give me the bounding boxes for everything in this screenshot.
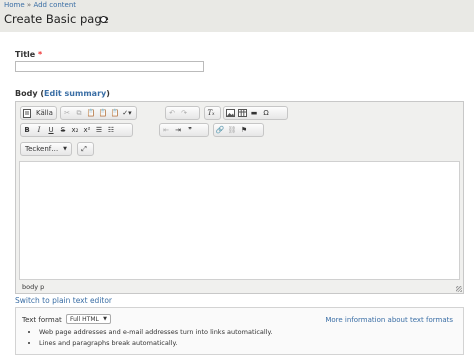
source-button[interactable]: Källa (20, 106, 57, 120)
paste-word-icon[interactable]: 📋 (109, 107, 121, 119)
more-info-link[interactable]: More information about text formats (325, 316, 453, 324)
edit-summary-link[interactable]: Edit summary (44, 89, 106, 98)
indent-icon[interactable]: ⇥ (172, 124, 184, 136)
remove-format-group: Tx (204, 106, 221, 120)
bold-button[interactable]: B (21, 124, 33, 136)
page-header: Home » Add content Create Basic page (0, 0, 474, 32)
outdent-icon[interactable]: ⇤ (160, 124, 172, 136)
text-format-select[interactable]: Full HTML ▼ (66, 314, 111, 324)
anchor-flag-icon[interactable]: ⚑ (238, 124, 250, 136)
underline-button[interactable]: U (45, 124, 57, 136)
indent-group: ⇤ ⇥ ❞ (159, 123, 209, 137)
breadcrumb-home[interactable]: Home (4, 1, 25, 9)
text-format-label: Text format (22, 316, 62, 324)
subscript-button[interactable]: x₂ (69, 124, 81, 136)
format-tip: Lines and paragraphs break automatically… (39, 339, 272, 347)
remove-format-icon[interactable]: Tx (205, 107, 217, 119)
strike-button[interactable]: S (57, 124, 69, 136)
breadcrumb-add-content[interactable]: Add content (33, 1, 76, 9)
copy-icon[interactable]: ⧉ (73, 107, 85, 119)
numbered-list-icon[interactable]: ☰ (93, 124, 105, 136)
basic-styles-group: B I U S x₂ x² ☰ ☷ (20, 123, 133, 137)
table-icon[interactable] (236, 107, 248, 119)
spellcheck-icon[interactable]: ✓▾ (121, 107, 133, 119)
chevron-down-icon: ▼ (63, 146, 67, 152)
body-label: Body (Edit summary) (15, 89, 110, 98)
format-combo-label: Teckenf… (25, 145, 59, 153)
maximize-icon[interactable]: ⤢ (78, 143, 90, 155)
title-label: Title * (15, 50, 42, 59)
source-icon (21, 107, 33, 119)
link-group: 🔗 ⛓ ⚑ (213, 123, 264, 137)
link-icon[interactable]: 🔗 (214, 124, 226, 136)
special-char-icon[interactable]: Ω (260, 107, 272, 119)
chevron-down-icon: ▼ (103, 316, 107, 322)
body-label-text: Body (15, 89, 38, 98)
paste-icon[interactable]: 📋 (85, 107, 97, 119)
undo-group: ↶ ↷ (165, 106, 200, 120)
title-input[interactable] (15, 61, 204, 72)
shortcut-circle-icon[interactable] (100, 16, 107, 23)
source-label: Källa (36, 109, 53, 117)
paste-text-icon[interactable]: 📋 (97, 107, 109, 119)
format-combo[interactable]: Teckenf… ▼ (20, 142, 72, 156)
page-title: Create Basic page (4, 12, 109, 26)
insert-group: ▬ Ω (223, 106, 288, 120)
title-label-text: Title (15, 50, 36, 59)
maximize-group: ⤢ (77, 142, 94, 156)
text-format-selected: Full HTML (70, 315, 99, 323)
format-tip: Web page addresses and e-mail addresses … (39, 328, 272, 336)
italic-button[interactable]: I (33, 124, 45, 136)
unlink-icon[interactable]: ⛓ (226, 124, 238, 136)
superscript-button[interactable]: x² (81, 124, 93, 136)
undo-icon[interactable]: ↶ (166, 107, 178, 119)
cut-icon[interactable]: ✂ (61, 107, 73, 119)
element-path[interactable]: body p (22, 283, 44, 291)
clipboard-group: ✂ ⧉ 📋 📋 📋 ✓▾ (60, 106, 137, 120)
blockquote-button[interactable]: ❞ (184, 124, 196, 136)
image-icon[interactable] (224, 107, 236, 119)
text-format-box: Text format Full HTML ▼ More information… (15, 307, 464, 355)
format-tips: Web page addresses and e-mail addresses … (29, 328, 272, 350)
required-mark: * (38, 50, 43, 59)
rich-text-editor: Källa ✂ ⧉ 📋 📋 📋 ✓▾ ↶ ↷ Tx ▬ Ω B I U S x₂… (15, 101, 464, 294)
bulleted-list-icon[interactable]: ☷ (105, 124, 117, 136)
body-paren-close: ) (106, 89, 110, 98)
breadcrumb: Home » Add content (4, 1, 76, 9)
horizontal-rule-icon[interactable]: ▬ (248, 107, 260, 119)
redo-icon[interactable]: ↷ (178, 107, 190, 119)
editor-content-area[interactable] (19, 161, 460, 280)
switch-editor-link[interactable]: Switch to plain text editor (15, 296, 112, 305)
resize-handle-icon[interactable] (456, 286, 462, 292)
breadcrumb-separator: » (26, 1, 32, 9)
